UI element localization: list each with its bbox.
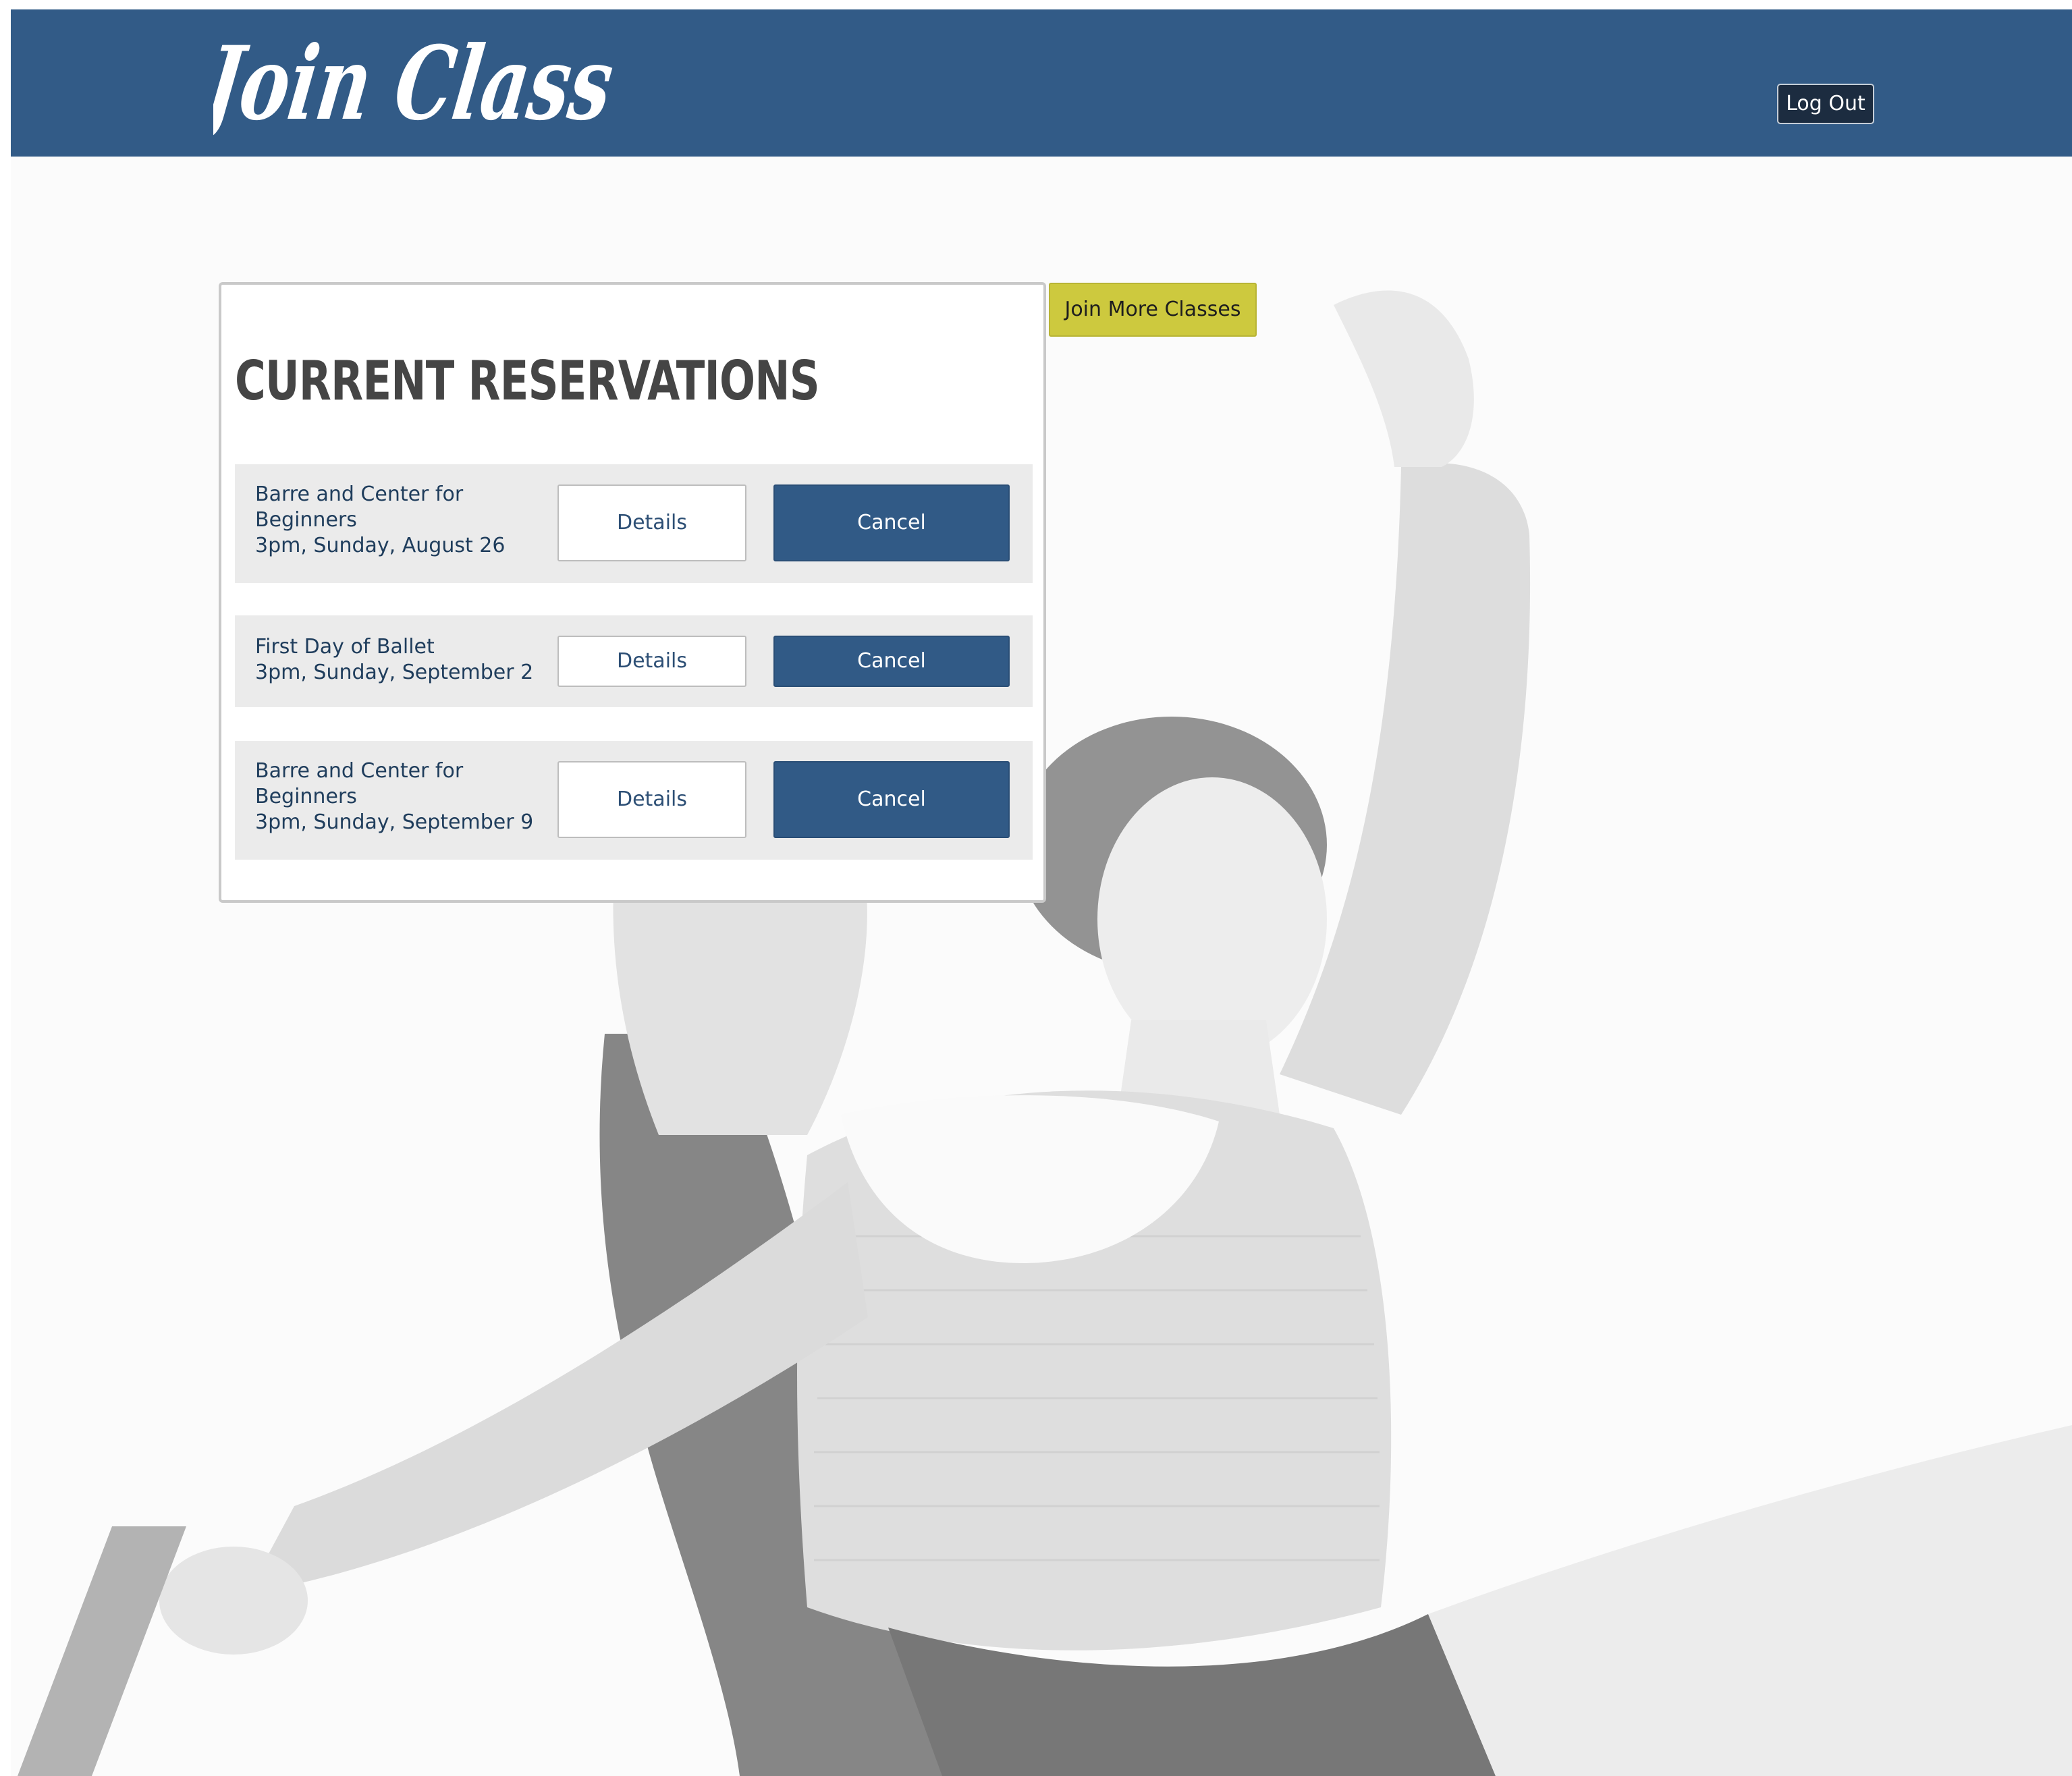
class-time: 3pm, Sunday, September 2: [255, 661, 534, 684]
class-time: 3pm, Sunday, September 9: [255, 810, 534, 834]
details-button[interactable]: Details: [557, 761, 746, 838]
cancel-button[interactable]: Cancel: [773, 761, 1010, 838]
page: Join Class Log Out CURRENT RESERVATIONS …: [0, 0, 2072, 1776]
details-button[interactable]: Details: [557, 484, 746, 561]
logo-text: Join Class: [213, 24, 620, 143]
reservation-row: First Day of Ballet 3pm, Sunday, Septemb…: [235, 615, 1033, 707]
class-name-continued: Beginners: [255, 785, 357, 808]
class-name-continued: Beginners: [255, 508, 357, 532]
page-content: Join Class Log Out CURRENT RESERVATIONS …: [11, 9, 2072, 1776]
reservation-row: Barre and Center for Beginners 3pm, Sund…: [235, 464, 1033, 583]
details-button[interactable]: Details: [557, 636, 746, 687]
cancel-button[interactable]: Cancel: [773, 484, 1010, 561]
class-name: Barre and Center for: [255, 759, 464, 783]
reservation-info: Barre and Center for Beginners 3pm, Sund…: [255, 758, 539, 835]
class-name: Barre and Center for: [255, 482, 464, 506]
reservation-info: First Day of Ballet 3pm, Sunday, Septemb…: [255, 634, 539, 686]
join-class-logo[interactable]: Join Class: [213, 18, 645, 152]
section-title: CURRENT RESERVATIONS: [235, 350, 820, 412]
reservation-row: Barre and Center for Beginners 3pm, Sund…: [235, 741, 1033, 860]
join-more-classes-button[interactable]: Join More Classes: [1049, 283, 1257, 337]
top-header: Join Class Log Out: [11, 9, 2072, 157]
class-time: 3pm, Sunday, August 26: [255, 534, 506, 557]
current-reservations-panel: CURRENT RESERVATIONS Barre and Center fo…: [219, 282, 1046, 903]
log-out-button[interactable]: Log Out: [1777, 84, 1874, 124]
class-name: First Day of Ballet: [255, 635, 435, 659]
cancel-button[interactable]: Cancel: [773, 636, 1010, 687]
reservation-info: Barre and Center for Beginners 3pm, Sund…: [255, 482, 539, 559]
